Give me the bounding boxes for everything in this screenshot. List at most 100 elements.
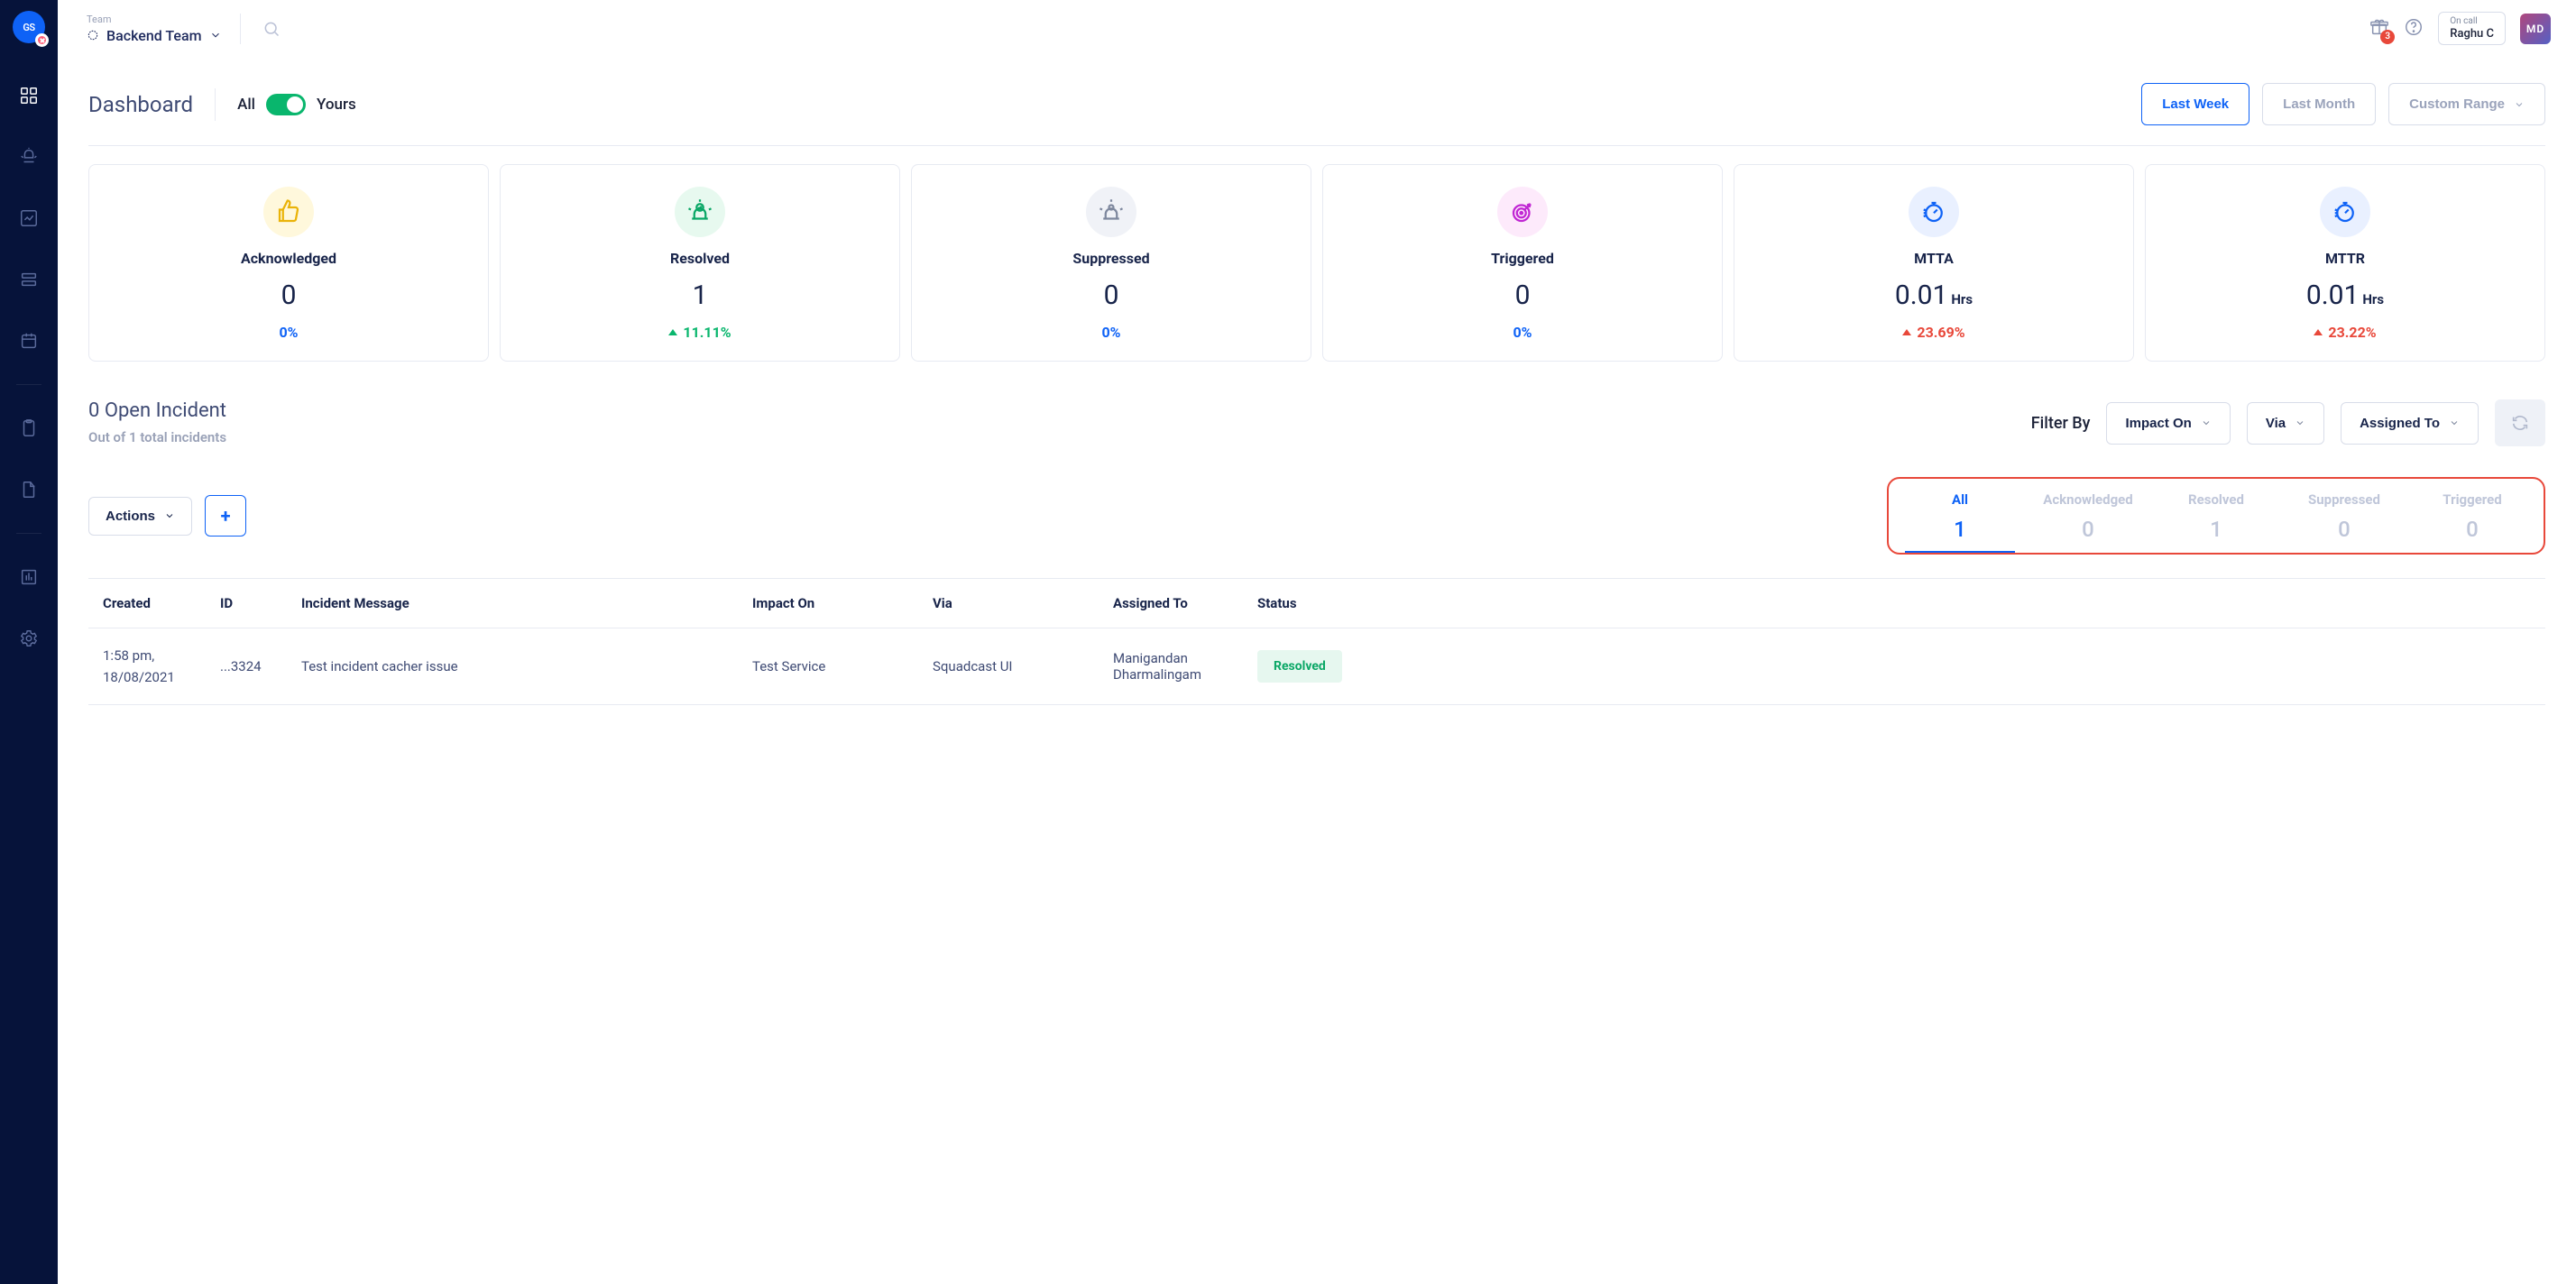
nav-reports-icon[interactable] (11, 559, 47, 595)
card-value: 0 (1104, 280, 1119, 311)
card-triggered: Triggered 0 0% (1322, 164, 1723, 362)
card-delta: 11.11% (668, 324, 731, 341)
tab-triggered[interactable]: Triggered 0 (2408, 491, 2536, 553)
filter-by-label: Filter By (2031, 414, 2091, 433)
nav-file-icon[interactable] (11, 472, 47, 508)
section-divider (88, 145, 2545, 146)
stopwatch-icon (1909, 187, 1959, 237)
search-button[interactable] (259, 20, 281, 38)
search-icon (262, 20, 281, 38)
th-status: Status (1257, 595, 1375, 611)
range-last-month-button[interactable]: Last Month (2262, 83, 2376, 125)
target-icon (1497, 187, 1548, 237)
open-incidents-title: 0 Open Incident (88, 399, 226, 422)
cell-created: 1:58 pm, 18/08/2021 (103, 645, 220, 688)
tab-all[interactable]: All 1 (1896, 491, 2024, 553)
help-button[interactable] (2404, 17, 2424, 41)
main-area: Team Backend Team 3 (58, 0, 2576, 1284)
nav-incidents-icon[interactable] (11, 139, 47, 175)
card-label: Acknowledged (241, 250, 336, 267)
table-row[interactable]: 1:58 pm, 18/08/2021 ...3324 Test inciden… (88, 628, 2545, 705)
actions-row: Actions + All 1 Acknowledged 0 (88, 477, 2545, 555)
card-suppressed: Suppressed 0 0% (911, 164, 1311, 362)
open-incidents-subtitle: Out of 1 total incidents (88, 429, 226, 445)
refresh-icon (2510, 413, 2530, 433)
topbar: Team Backend Team 3 (58, 0, 2576, 58)
card-label: Suppressed (1072, 250, 1149, 267)
thumbs-up-icon (263, 187, 314, 237)
th-impact-on: Impact On (752, 595, 933, 611)
cell-message: Test incident cacher issue (301, 658, 752, 674)
card-delta: 0% (1513, 324, 1532, 341)
nav-services-icon[interactable] (11, 261, 47, 298)
oncall-name: Raghu C (2450, 27, 2494, 41)
card-value: 0 (281, 280, 297, 311)
card-value: 0 (1515, 280, 1531, 311)
team-name: Backend Team (106, 27, 202, 44)
card-resolved: Resolved 1 11.11% (500, 164, 900, 362)
page-header: Dashboard All Yours Last Week Last Month… (88, 76, 2545, 125)
header-divider (215, 88, 216, 121)
chevron-down-icon (2295, 417, 2305, 428)
scope-all-label: All (237, 96, 255, 114)
sidebar-divider (16, 384, 41, 385)
filter-assigned-to-button[interactable]: Assigned To (2341, 402, 2479, 445)
trend-up-icon (668, 329, 677, 335)
metric-cards-row: Acknowledged 0 0% Resolved 1 11.11% (88, 164, 2545, 362)
card-delta: 23.69% (1902, 324, 1964, 341)
status-tabs: All 1 Acknowledged 0 Resolved 1 Suppress… (1887, 477, 2545, 555)
left-sidebar: GS (0, 0, 58, 1284)
card-label: Triggered (1491, 250, 1554, 267)
cell-id: ...3324 (220, 658, 301, 674)
notifications-button[interactable]: 3 (2369, 17, 2389, 41)
user-avatar[interactable]: MD (2520, 14, 2551, 44)
nav-schedules-icon[interactable] (11, 323, 47, 359)
range-custom-button[interactable]: Custom Range (2388, 83, 2545, 125)
stopwatch-icon (2320, 187, 2370, 237)
refresh-button[interactable] (2495, 399, 2545, 446)
open-incidents-section: 0 Open Incident Out of 1 total incidents… (88, 399, 2545, 446)
th-assigned-to: Assigned To (1113, 595, 1257, 611)
scope-yours-label: Yours (317, 96, 356, 114)
org-status-dot (35, 33, 49, 47)
actions-button[interactable]: Actions (88, 497, 192, 536)
tab-acknowledged[interactable]: Acknowledged 0 (2024, 491, 2152, 553)
th-id: ID (220, 595, 301, 611)
help-icon (2404, 17, 2424, 37)
sidebar-divider (16, 533, 41, 534)
chevron-down-icon (2201, 417, 2212, 428)
table-header-row: Created ID Incident Message Impact On Vi… (88, 578, 2545, 628)
team-label: Team (87, 14, 222, 25)
chevron-down-icon (209, 29, 222, 41)
th-created: Created (103, 595, 220, 611)
incident-table: Created ID Incident Message Impact On Vi… (88, 578, 2545, 705)
org-logo[interactable]: GS (13, 11, 45, 43)
nav-analytics-icon[interactable] (11, 200, 47, 236)
oncall-chip[interactable]: On call Raghu C (2438, 12, 2506, 46)
card-label: MTTA (1914, 250, 1954, 267)
th-message: Incident Message (301, 595, 752, 611)
card-value: 0.01Hrs (1895, 280, 1973, 311)
card-label: MTTR (2325, 250, 2365, 267)
tab-resolved[interactable]: Resolved 1 (2152, 491, 2280, 553)
filter-impact-on-button[interactable]: Impact On (2106, 402, 2230, 445)
nav-dashboard-icon[interactable] (11, 78, 47, 114)
add-incident-button[interactable]: + (205, 495, 246, 537)
card-delta: 0% (1101, 324, 1120, 341)
team-selector[interactable]: Team Backend Team (87, 14, 222, 44)
filter-via-button[interactable]: Via (2247, 402, 2324, 445)
cell-impact-on: Test Service (752, 658, 933, 674)
tab-suppressed[interactable]: Suppressed 0 (2280, 491, 2408, 553)
range-custom-label: Custom Range (2409, 96, 2505, 112)
card-delta: 23.22% (2314, 324, 2376, 341)
cell-assigned-to: Manigandan Dharmalingam (1113, 650, 1257, 683)
nav-runbooks-icon[interactable] (11, 410, 47, 446)
card-value: 0.01Hrs (2306, 280, 2384, 311)
cell-status: Resolved (1257, 650, 1375, 683)
scope-toggle[interactable] (266, 94, 306, 115)
chevron-down-icon (2514, 99, 2525, 110)
range-last-week-button[interactable]: Last Week (2141, 83, 2249, 125)
plus-icon: + (221, 505, 231, 527)
card-mtta: MTTA 0.01Hrs 23.69% (1734, 164, 2134, 362)
nav-settings-icon[interactable] (11, 620, 47, 656)
